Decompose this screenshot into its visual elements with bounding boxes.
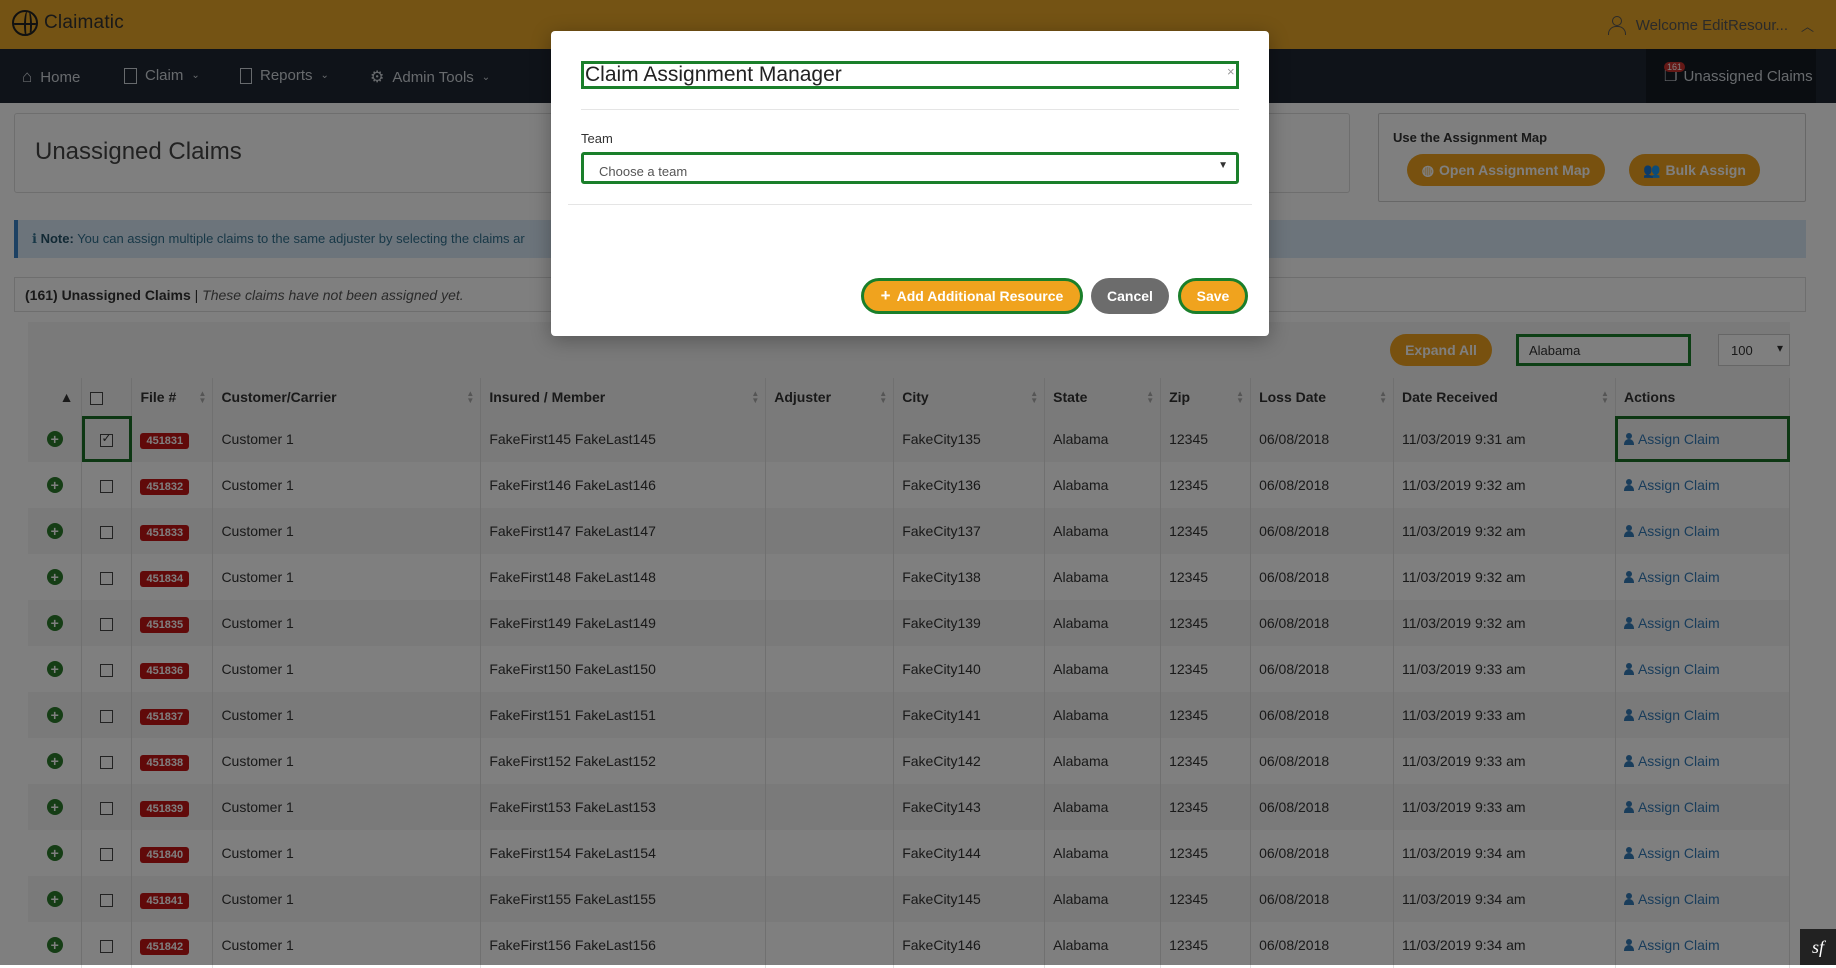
caret-down-icon: ▼ bbox=[1218, 160, 1228, 171]
modal-divider-bottom bbox=[568, 204, 1252, 205]
add-additional-resource-button[interactable]: + Add Additional Resource bbox=[861, 278, 1083, 314]
modal-divider-top bbox=[581, 109, 1239, 110]
sf-debug-icon[interactable]: sf bbox=[1800, 929, 1836, 965]
save-button[interactable]: Save bbox=[1178, 278, 1248, 314]
modal-title: Claim Assignment Manager bbox=[581, 61, 1239, 89]
plus-icon: + bbox=[880, 286, 891, 305]
claim-assignment-modal: Claim Assignment Manager × Team Choose a… bbox=[551, 31, 1269, 336]
close-icon[interactable]: × bbox=[1227, 64, 1235, 79]
team-label: Team bbox=[581, 131, 613, 146]
cancel-button[interactable]: Cancel bbox=[1091, 278, 1169, 314]
team-select[interactable]: Choose a team ▼ bbox=[581, 152, 1239, 184]
